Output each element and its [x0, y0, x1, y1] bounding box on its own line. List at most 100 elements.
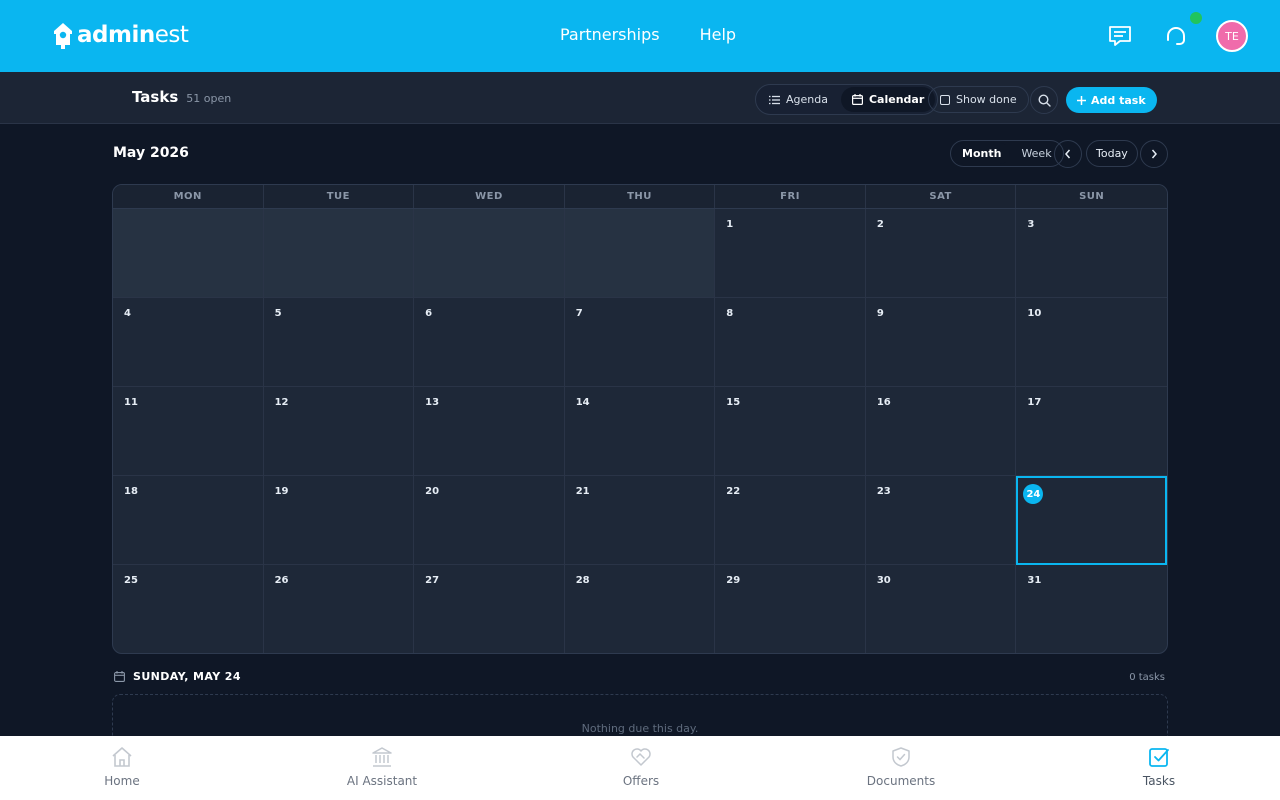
day-number: 29 [726, 575, 741, 586]
brand-logo[interactable]: adminest [52, 21, 189, 49]
calendar-day-cell[interactable]: 5 [263, 298, 415, 387]
calendar-day-cell[interactable]: 8 [715, 298, 866, 387]
show-done-label: Show done [956, 93, 1017, 106]
bottom-nav-documents[interactable]: Documents [841, 746, 961, 788]
weekday-label: MON [113, 185, 264, 208]
calendar-empty-cell [414, 209, 565, 298]
heart-handshake-icon [631, 748, 651, 766]
checkbox-icon [1149, 748, 1169, 767]
calendar-day-cell[interactable]: 17 [1016, 387, 1167, 476]
calendar-day-cell[interactable]: 15 [715, 387, 866, 476]
show-done-toggle[interactable]: Show done [928, 86, 1029, 113]
calendar-days: 1 2 3 4 5 6 7 8 9 10 11 12 13 14 15 16 17 18 19 20 21 22 23 24 2… [113, 209, 1167, 653]
calendar-day-cell[interactable]: 14 [564, 387, 716, 476]
calendar-day-cell[interactable]: 12 [263, 387, 415, 476]
day-number: 27 [425, 575, 440, 586]
calendar-day-cell[interactable]: 25 [113, 565, 264, 653]
add-task-button[interactable]: Add task [1066, 87, 1157, 113]
calendar-day-cell[interactable]: 19 [263, 476, 415, 565]
day-number: 28 [575, 575, 590, 586]
day-number: 25 [124, 575, 138, 586]
day-number: 19 [274, 486, 289, 497]
view-calendar-button[interactable]: Calendar [840, 87, 936, 112]
calendar-day-cell[interactable]: 6 [414, 298, 565, 387]
calendar-day-cell[interactable]: 10 [1016, 298, 1167, 387]
day-number: 13 [425, 397, 440, 408]
day-number: 12 [274, 397, 289, 408]
day-number: 1 [726, 219, 734, 230]
bottom-nav-label: Documents [866, 774, 936, 788]
month-label: May 2026 [113, 145, 189, 161]
calendar-day-cell[interactable]: 30 [866, 565, 1017, 653]
calendar-day-cell[interactable]: 1 [715, 209, 866, 298]
page-title-group: Tasks 51 open [132, 88, 231, 106]
messages-button[interactable] [1104, 20, 1136, 52]
calendar-day-cell[interactable]: 13 [414, 387, 565, 476]
day-number: 30 [876, 575, 891, 586]
birdhouse-icon [54, 23, 72, 49]
day-number: 15 [726, 397, 741, 408]
brand-name: adminest [77, 22, 189, 48]
day-number: 5 [274, 308, 282, 319]
day-number: 18 [124, 486, 138, 497]
weekday-label: TUE [264, 185, 415, 208]
day-number: 9 [876, 308, 884, 319]
nav-link-help[interactable]: Help [700, 25, 736, 44]
view-calendar-label: Calendar [868, 93, 925, 106]
calendar-day-cell[interactable]: 16 [865, 387, 1017, 476]
calendar-day-cell[interactable]: 31 [1016, 565, 1167, 653]
calendar-day-cell[interactable]: 3 [1016, 209, 1167, 298]
bottom-nav-ai-assistant[interactable]: AI Assistant [322, 746, 442, 788]
chat-icon [1109, 26, 1131, 46]
day-number: 6 [425, 308, 433, 319]
page-title: Tasks [132, 88, 179, 106]
calendar-icon [851, 94, 863, 105]
day-number: 16 [876, 397, 891, 408]
bottom-nav-offers[interactable]: Offers [581, 746, 701, 788]
day-number: 14 [575, 397, 590, 408]
list-icon [769, 95, 780, 104]
weekday-label: SAT [866, 185, 1017, 208]
search-button[interactable] [1030, 86, 1058, 114]
calendar-day-cell[interactable]: 23 [865, 476, 1017, 565]
bottom-nav-home[interactable]: Home [62, 746, 182, 788]
calendar-mode-toggle: Month Week [950, 140, 1064, 167]
add-task-label: Add task [1091, 93, 1146, 107]
calendar-day-cell[interactable]: 11 [113, 387, 264, 476]
calendar-day-cell[interactable]: 21 [564, 476, 716, 565]
weekday-label: FRI [715, 185, 866, 208]
weekday-label: THU [565, 185, 716, 208]
calendar-icon [114, 671, 125, 682]
calendar-day-cell[interactable]: 28 [565, 565, 716, 653]
day-number: 31 [1027, 575, 1042, 586]
calendar-day-cell[interactable]: 27 [414, 565, 565, 653]
support-button[interactable] [1160, 12, 1202, 52]
view-agenda-label: Agenda [786, 93, 828, 106]
mode-month-button[interactable]: Month [953, 143, 1011, 164]
today-button[interactable]: Today [1086, 140, 1138, 167]
month-calendar: MON TUE WED THU FRI SAT SUN 1 2 3 4 5 6 7 8 9 10 1… [112, 184, 1168, 654]
calendar-day-cell[interactable]: 18 [113, 476, 264, 565]
view-agenda-button[interactable]: Agenda [758, 87, 839, 112]
calendar-day-cell[interactable]: 2 [865, 209, 1017, 298]
calendar-day-cell[interactable]: 4 [113, 298, 264, 387]
open-count: 51 open [186, 92, 232, 105]
bank-icon [372, 747, 392, 767]
empty-state-text: Nothing due this day. [581, 722, 699, 735]
weekday-label: WED [414, 185, 565, 208]
show-done-checkbox[interactable] [940, 94, 950, 105]
calendar-day-cell[interactable]: 22 [715, 476, 866, 565]
calendar-day-cell[interactable]: 26 [264, 565, 415, 653]
calendar-day-cell[interactable]: 24 [1016, 476, 1167, 565]
weekday-header: MON TUE WED THU FRI SAT SUN [113, 185, 1167, 209]
previous-month-button[interactable] [1054, 140, 1082, 168]
calendar-day-cell[interactable]: 7 [564, 298, 716, 387]
nav-link-partnerships[interactable]: Partnerships [560, 25, 660, 44]
calendar-day-cell[interactable]: 20 [414, 476, 565, 565]
user-avatar[interactable]: TE [1216, 20, 1248, 52]
bottom-nav-tasks[interactable]: Tasks [1099, 746, 1219, 788]
plus-icon [1077, 95, 1086, 105]
calendar-day-cell[interactable]: 9 [865, 298, 1017, 387]
next-month-button[interactable] [1140, 140, 1168, 168]
calendar-day-cell[interactable]: 29 [715, 565, 866, 653]
